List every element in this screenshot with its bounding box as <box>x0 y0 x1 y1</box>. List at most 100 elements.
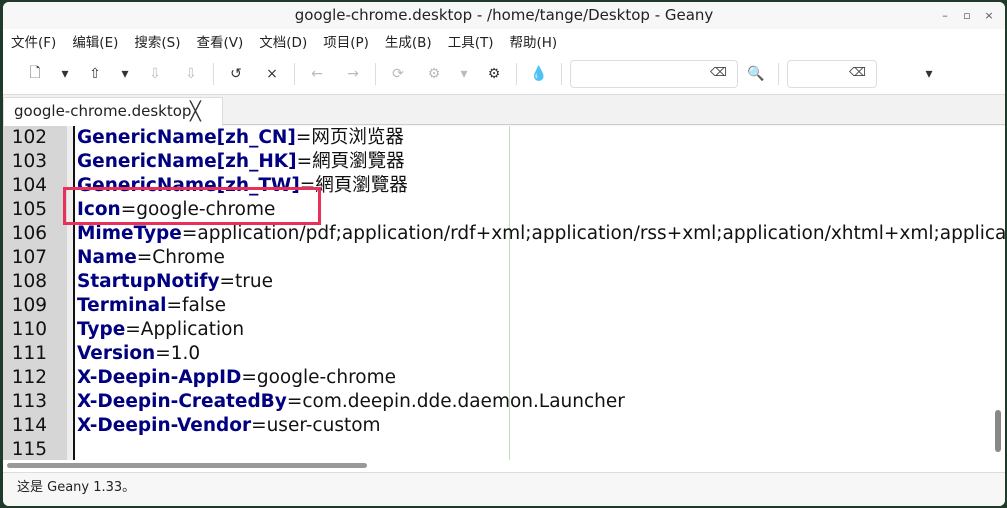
horizontal-scroll-thumb[interactable] <box>7 463 367 468</box>
separator <box>561 62 562 85</box>
line-number: 109 <box>11 295 47 316</box>
toolbar: 🗋 ▾ ⇧ ▾ ⇩ ⇩ ↺ × ← → ⟳ ⚙ ▾ ⚙ 💧 ⌫ 🔍 ⌫ ▾ <box>3 53 1005 95</box>
line-number: 106 <box>11 223 47 244</box>
search-icon[interactable]: 🔍 <box>738 66 774 82</box>
clear-search-icon[interactable]: ⌫ <box>710 65 727 79</box>
line-number: 104 <box>11 175 47 196</box>
key: MimeType <box>77 223 182 244</box>
key: Name <box>77 247 137 268</box>
key: StartupNotify <box>77 271 220 292</box>
line-number: 103 <box>11 151 47 172</box>
horizontal-scrollbar[interactable] <box>3 460 1005 472</box>
close-window-button[interactable]: × <box>979 2 999 29</box>
save-icon[interactable]: ⇩ <box>137 66 173 82</box>
value: =网页浏览器 <box>295 127 404 148</box>
code-editor[interactable]: 102 GenericName[zh_CN]=网页浏览器 103 GenericNam… <box>3 126 1005 460</box>
key: X-Deepin-CreatedBy <box>77 391 287 412</box>
line-number: 113 <box>11 391 47 412</box>
line-text: MimeType=application/pdf;application/rdf… <box>77 222 1005 246</box>
highlight-box <box>63 187 321 225</box>
value: =com.deepin.dde.daemon.Launcher <box>286 391 625 412</box>
search-input[interactable]: ⌫ <box>570 59 738 88</box>
value: =true <box>219 271 273 292</box>
line-number: 105 <box>11 199 47 220</box>
menu-edit[interactable]: 编辑(E) <box>72 31 118 51</box>
vertical-scrollbar[interactable] <box>995 410 1001 452</box>
back-icon[interactable]: ← <box>299 66 335 82</box>
line-text: GenericName[zh_CN]=网页浏览器 <box>77 126 404 150</box>
menu-help[interactable]: 帮助(H) <box>509 31 557 51</box>
window-title: google-chrome.desktop - /home/tange/Desk… <box>294 6 714 24</box>
toolbar-overflow-icon[interactable]: ▾ <box>911 66 947 82</box>
menu-project[interactable]: 项目(P) <box>323 31 369 51</box>
line-number: 110 <box>11 319 47 340</box>
line-text: Version=1.0 <box>77 342 200 366</box>
tab-label: google-chrome.desktop <box>14 102 192 120</box>
build-icon[interactable]: ⚙ <box>416 66 452 82</box>
menu-document[interactable]: 文档(D) <box>259 31 307 51</box>
close-file-icon[interactable]: × <box>254 66 290 82</box>
minimize-button[interactable]: – <box>935 2 955 29</box>
value: =user-custom <box>251 415 381 436</box>
key: X-Deepin-AppID <box>77 367 242 388</box>
menu-view[interactable]: 查看(V) <box>197 31 244 51</box>
open-file-icon[interactable]: ⇧ <box>77 66 113 82</box>
status-bar: 这是 Geany 1.33。 <box>3 472 1005 506</box>
separator <box>213 62 214 85</box>
key: Type <box>77 319 126 340</box>
key: Terminal <box>77 295 167 316</box>
value: =application/pdf;application/rdf+xml;app… <box>181 223 1005 244</box>
line-text: X-Deepin-AppID=google-chrome <box>77 366 396 390</box>
value: =1.0 <box>155 343 201 364</box>
tab-google-chrome-desktop[interactable]: google-chrome.desktop ╳ <box>3 97 223 126</box>
key: GenericName[zh_HK] <box>77 151 297 172</box>
value: =google-chrome <box>241 367 396 388</box>
maximize-button[interactable]: ▫ <box>957 2 977 29</box>
line-number: 111 <box>11 343 47 364</box>
line-text: X-Deepin-Vendor=user-custom <box>77 414 381 438</box>
run-icon[interactable]: ⚙ <box>476 66 512 82</box>
color-chooser-icon[interactable]: 💧 <box>521 66 557 82</box>
tab-bar: google-chrome.desktop ╳ <box>3 95 1005 126</box>
forward-icon[interactable]: → <box>335 66 371 82</box>
marker-margin <box>67 126 75 460</box>
separator <box>294 62 295 85</box>
new-file-icon[interactable]: 🗋 <box>17 62 53 86</box>
menu-tools[interactable]: 工具(T) <box>448 31 494 51</box>
menu-bar: 文件(F) 编辑(E) 搜索(S) 查看(V) 文档(D) 项目(P) 生成(B… <box>3 29 1005 53</box>
build-dropdown-icon[interactable]: ▾ <box>452 66 476 82</box>
menu-build[interactable]: 生成(B) <box>385 31 432 51</box>
line-number: 102 <box>11 127 47 148</box>
title-bar: google-chrome.desktop - /home/tange/Desk… <box>3 2 1005 29</box>
line-text: GenericName[zh_HK]=網頁瀏覽器 <box>77 150 405 174</box>
goto-line-input[interactable]: ⌫ <box>787 59 877 88</box>
value: =Chrome <box>136 247 225 268</box>
geany-window: google-chrome.desktop - /home/tange/Desk… <box>3 2 1005 506</box>
clear-goto-icon[interactable]: ⌫ <box>849 65 866 79</box>
line-text: StartupNotify=true <box>77 270 273 294</box>
line-number: 108 <box>11 271 47 292</box>
line-number: 114 <box>11 415 47 436</box>
compile-icon[interactable]: ⟳ <box>380 66 416 82</box>
separator <box>375 62 376 85</box>
save-all-icon[interactable]: ⇩ <box>173 66 209 82</box>
close-tab-icon[interactable]: ╳ <box>190 98 201 125</box>
line-text: Terminal=false <box>77 294 226 318</box>
line-text: Name=Chrome <box>77 246 225 270</box>
open-dropdown-icon[interactable]: ▾ <box>113 66 137 82</box>
key: Version <box>77 343 156 364</box>
line-number: 112 <box>11 367 47 388</box>
menu-file[interactable]: 文件(F) <box>11 31 56 51</box>
key: GenericName[zh_CN] <box>77 127 296 148</box>
separator <box>778 62 779 85</box>
value: =網頁瀏覽器 <box>296 151 405 172</box>
menu-search[interactable]: 搜索(S) <box>134 31 180 51</box>
key: X-Deepin-Vendor <box>77 415 252 436</box>
new-dropdown-icon[interactable]: ▾ <box>53 66 77 82</box>
revert-icon[interactable]: ↺ <box>218 66 254 82</box>
line-number: 107 <box>11 247 47 268</box>
value: =Application <box>125 319 245 340</box>
separator <box>516 62 517 85</box>
line-text: Type=Application <box>77 318 244 342</box>
value: =false <box>166 295 226 316</box>
